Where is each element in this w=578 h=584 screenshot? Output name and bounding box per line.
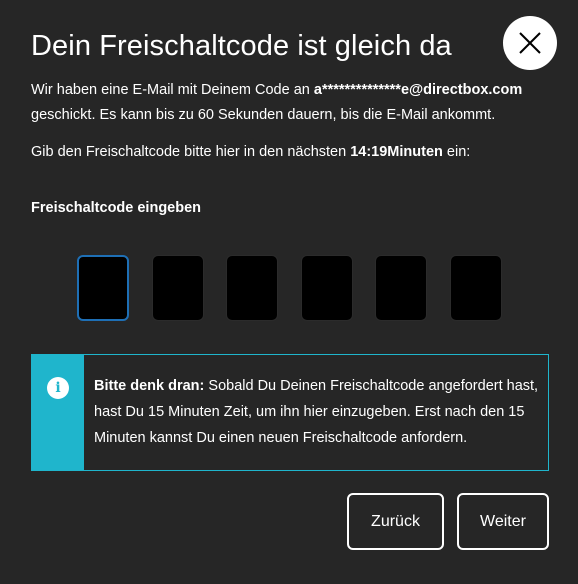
countdown-prefix: Gib den Freischaltcode bitte hier in den… (31, 144, 351, 160)
countdown-message: Gib den Freischaltcode bitte hier in den… (31, 140, 470, 165)
email-sent-message: Wir haben eine E-Mail mit Deinem Code an… (31, 78, 551, 128)
message-prefix: Wir haben eine E-Mail mit Deinem Code an (31, 82, 314, 98)
countdown-suffix: ein: (442, 144, 471, 160)
message-suffix: geschickt. Es kann bis zu 60 Sekunden da… (31, 107, 496, 123)
code-input-label: Freischaltcode eingeben (31, 200, 202, 216)
close-icon (519, 32, 541, 54)
info-notice: i Bitte denk dran: Sobald Du Deinen Frei… (31, 354, 549, 471)
masked-email: a**************e@directbox.com (313, 82, 523, 98)
dialog-title: Dein Freischaltcode ist gleich da (31, 30, 452, 62)
back-button[interactable]: Zurück (347, 493, 444, 550)
code-digit-6[interactable] (450, 255, 502, 321)
next-button[interactable]: Weiter (457, 493, 549, 550)
close-button[interactable] (503, 16, 557, 70)
verification-code-dialog: Dein Freischaltcode ist gleich da Wir ha… (0, 0, 578, 584)
code-digit-4[interactable] (301, 255, 353, 321)
code-digit-2[interactable] (152, 255, 204, 321)
code-digit-1[interactable] (77, 255, 129, 321)
code-digit-5[interactable] (375, 255, 427, 321)
countdown-timer: 14:19Minuten (350, 144, 443, 160)
info-text-bold: Bitte denk dran: (94, 378, 205, 394)
code-digit-3[interactable] (226, 255, 278, 321)
info-icon: i (47, 377, 69, 399)
info-text: Bitte denk dran: Sobald Du Deinen Freisc… (94, 373, 539, 451)
info-stripe: i (32, 355, 84, 470)
